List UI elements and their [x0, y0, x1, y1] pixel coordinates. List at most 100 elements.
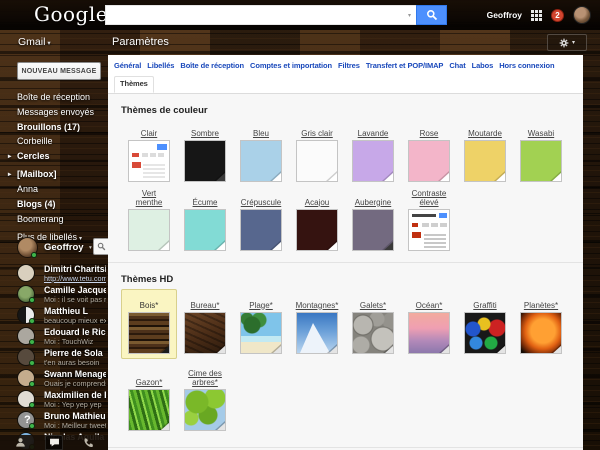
theme-label[interactable]: Lavande — [358, 129, 389, 139]
sidebar-nav-item[interactable]: ▸Messages envoyés▾ — [17, 107, 108, 117]
theme-cell[interactable]: Cime des arbres* — [177, 366, 233, 436]
theme-label[interactable]: Graffiti — [473, 301, 496, 311]
theme-cell[interactable]: Wasabi — [513, 120, 569, 182]
theme-cell[interactable]: Aubergine — [345, 189, 401, 251]
theme-label[interactable]: Galets* — [360, 301, 386, 311]
theme-label[interactable]: Bois* — [140, 301, 159, 311]
theme-cell[interactable]: Planètes* — [513, 289, 569, 359]
theme-swatch[interactable] — [520, 140, 562, 182]
theme-thumbnail[interactable] — [296, 312, 338, 354]
chat-bubble-icon[interactable] — [45, 435, 63, 450]
settings-gear-button[interactable]: ▾ — [547, 34, 587, 51]
theme-swatch[interactable] — [408, 140, 450, 182]
sidebar-nav-item[interactable]: ▸Brouillons (17)▾ — [17, 122, 108, 132]
theme-label[interactable]: Bleu — [253, 129, 269, 139]
theme-cell[interactable]: Graffiti — [457, 289, 513, 359]
settings-tab[interactable]: Comptes et importation — [250, 60, 332, 72]
chat-contact[interactable]: Swann Menage Ouais je comprends :(. — [17, 369, 106, 390]
sidebar-nav-item[interactable]: ▸Blogs (4)▾ — [17, 199, 108, 209]
chat-contact[interactable]: Pierre de Sola t'en auras besoin — [17, 348, 106, 369]
theme-label[interactable]: Écume — [193, 198, 218, 208]
chat-me-row[interactable]: Geoffroy ▾ — [17, 237, 110, 259]
settings-tab-active[interactable]: Thèmes — [114, 76, 154, 93]
theme-swatch[interactable] — [352, 140, 394, 182]
theme-label[interactable]: Moutarde — [468, 129, 502, 139]
theme-cell[interactable]: Moutarde — [457, 120, 513, 182]
chat-contact[interactable]: Maximilien de Lésel Moi : Yep yep yep — [17, 390, 106, 411]
settings-tab[interactable]: Transfert et POP/IMAP — [366, 60, 444, 72]
chat-contact[interactable]: Bruno Mathieu Moi : Meilleur tweet https — [17, 411, 106, 432]
expander-arrow-icon[interactable]: ▸ — [8, 152, 11, 160]
theme-thumbnail[interactable] — [520, 312, 562, 354]
theme-label[interactable]: Wasabi — [528, 129, 554, 139]
compose-button[interactable]: NOUVEAU MESSAGE — [17, 62, 101, 80]
theme-cell[interactable]: Vert menthe — [121, 189, 177, 251]
theme-thumbnail[interactable] — [184, 312, 226, 354]
theme-swatch[interactable] — [240, 140, 282, 182]
theme-label[interactable]: Clair — [141, 129, 157, 139]
expander-arrow-icon[interactable]: ▸ — [8, 170, 11, 178]
theme-cell[interactable]: Écume — [177, 189, 233, 251]
theme-cell[interactable]: Bleu — [233, 120, 289, 182]
theme-swatch[interactable] — [240, 209, 282, 251]
settings-tab[interactable]: Chat — [449, 60, 465, 72]
theme-label[interactable]: Cime des arbres* — [178, 369, 232, 387]
chat-contact[interactable]: Camille Jacques Moi : il se voit pas rep… — [17, 285, 106, 306]
sidebar-nav-item[interactable]: ▸Corbeille▾ — [17, 136, 108, 146]
theme-swatch[interactable] — [464, 140, 506, 182]
chat-contact[interactable]: Edouard le Ricque Moi : TouchWiz — [17, 327, 106, 348]
theme-thumbnail[interactable] — [128, 312, 170, 354]
theme-cell[interactable]: Montagnes* — [289, 289, 345, 359]
theme-label[interactable]: Plage* — [249, 301, 273, 311]
theme-cell[interactable]: Gazon* — [121, 366, 177, 436]
settings-tab[interactable]: Libellés — [147, 60, 174, 72]
phone-icon[interactable] — [79, 435, 97, 450]
user-avatar[interactable] — [573, 6, 591, 24]
theme-swatch[interactable] — [408, 209, 450, 251]
theme-label[interactable]: Aubergine — [355, 198, 391, 208]
theme-thumbnail[interactable] — [240, 312, 282, 354]
theme-label[interactable]: Bureau* — [191, 301, 220, 311]
theme-thumbnail[interactable] — [464, 312, 506, 354]
theme-cell[interactable]: Gris clair — [289, 120, 345, 182]
theme-swatch[interactable] — [184, 140, 226, 182]
contacts-person-icon[interactable] — [11, 435, 29, 450]
theme-cell[interactable]: Océan* — [401, 289, 457, 359]
settings-tab[interactable]: Hors connexion — [499, 60, 554, 72]
theme-thumbnail[interactable] — [408, 312, 450, 354]
theme-label[interactable]: Contraste élevé — [409, 189, 449, 207]
theme-label[interactable]: Sombre — [191, 129, 219, 139]
settings-tab[interactable]: Labos — [472, 60, 494, 72]
theme-cell[interactable]: Rose — [401, 120, 457, 182]
apps-grid-icon[interactable] — [531, 9, 542, 21]
chat-contact[interactable]: Matthieu L beaucoup mieux exécut — [17, 306, 106, 327]
sidebar-nav-item[interactable]: ▸[Mailbox]▾ — [8, 169, 108, 179]
theme-cell[interactable]: Acajou — [289, 189, 345, 251]
settings-tab[interactable]: Général — [114, 60, 141, 72]
theme-cell[interactable]: Sombre — [177, 120, 233, 182]
search-input[interactable] — [105, 5, 416, 25]
theme-label[interactable]: Acajou — [305, 198, 329, 208]
theme-cell[interactable]: Bureau* — [177, 289, 233, 359]
theme-label[interactable]: Rose — [420, 129, 439, 139]
theme-swatch[interactable] — [296, 140, 338, 182]
theme-swatch[interactable] — [128, 140, 170, 182]
theme-swatch[interactable] — [184, 209, 226, 251]
theme-thumbnail[interactable] — [184, 389, 226, 431]
sidebar-nav-item[interactable]: ▸Anna▾ — [17, 184, 108, 194]
gmail-menu[interactable]: Gmail ▾ — [18, 36, 51, 48]
search-button[interactable] — [416, 5, 447, 25]
theme-label[interactable]: Gazon* — [136, 378, 163, 388]
sidebar-nav-item[interactable]: ▸Boomerang▾ — [17, 214, 108, 224]
sidebar-nav-item[interactable]: ▸Boîte de réception▾ — [17, 92, 108, 102]
theme-swatch[interactable] — [352, 209, 394, 251]
theme-cell[interactable]: Bois* — [121, 289, 177, 359]
theme-label[interactable]: Océan* — [416, 301, 443, 311]
user-name[interactable]: Geoffroy — [487, 10, 522, 20]
sidebar-nav-item[interactable]: ▸Cercles▾ — [8, 151, 108, 161]
theme-thumbnail[interactable] — [128, 389, 170, 431]
theme-cell[interactable]: Clair — [121, 120, 177, 182]
theme-cell[interactable]: Galets* — [345, 289, 401, 359]
settings-tab[interactable]: Boîte de réception — [180, 60, 244, 72]
theme-thumbnail[interactable] — [352, 312, 394, 354]
